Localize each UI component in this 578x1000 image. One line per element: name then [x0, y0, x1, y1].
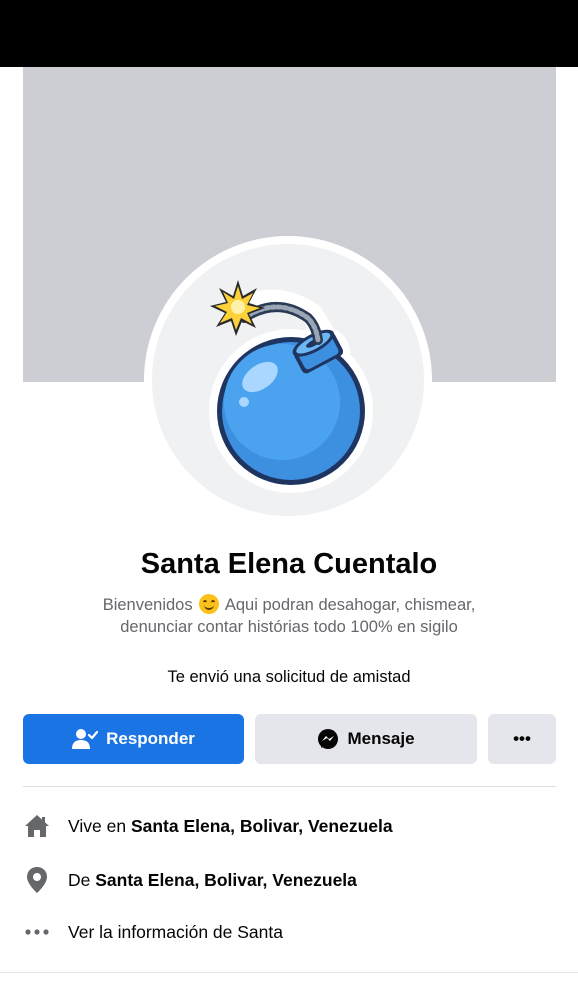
lives-in-row: Vive en Santa Elena, Bolivar, Venezuela: [23, 811, 556, 841]
see-about-info-label: Ver la información de Santa: [68, 921, 283, 942]
lives-in-text: Vive en Santa Elena, Bolivar, Venezuela: [68, 816, 393, 837]
bottom-divider: [0, 972, 578, 973]
messenger-icon: [317, 728, 339, 750]
respond-button-label: Responder: [106, 729, 195, 748]
profile-name: Santa Elena Cuentalo: [140, 548, 438, 580]
profile-picture[interactable]: [152, 244, 424, 516]
bio-text-end: Aqui podran desahogar, chismear,: [224, 596, 476, 614]
lives-in-prefix: Vive en: [68, 815, 127, 836]
section-divider: [23, 786, 556, 787]
bomb-icon: [209, 280, 373, 493]
more-dots-icon: [23, 928, 51, 936]
bio-line-1: Bienvenidos Aqui podran desahogar, chism…: [60, 594, 518, 616]
message-button-label: Mensaje: [347, 729, 415, 748]
home-icon: [23, 814, 51, 838]
status-bar: [0, 0, 578, 67]
lives-in-place[interactable]: Santa Elena, Bolivar, Venezuela: [131, 816, 393, 836]
from-row: De Santa Elena, Bolivar, Venezuela: [23, 865, 556, 895]
more-dots-icon: •••: [513, 729, 531, 748]
respond-button[interactable]: Responder: [23, 714, 244, 764]
from-text: De Santa Elena, Bolivar, Venezuela: [68, 870, 357, 891]
friend-request-notice: Te envió una solicitud de amistad: [167, 668, 411, 686]
bio-text-start: Bienvenidos: [102, 596, 193, 614]
bio-line-2: denunciar contar histórias todo 100% en …: [120, 618, 458, 636]
from-place[interactable]: Santa Elena, Bolivar, Venezuela: [95, 870, 357, 890]
message-button[interactable]: Mensaje: [255, 714, 477, 764]
smiling-face-emoji-icon: [199, 594, 220, 614]
more-options-button[interactable]: •••: [488, 714, 556, 764]
from-prefix: De: [68, 869, 91, 890]
location-pin-icon: [23, 866, 51, 894]
person-check-icon: [72, 728, 99, 750]
see-about-info-row[interactable]: Ver la información de Santa: [23, 917, 556, 947]
profile-bio: Bienvenidos Aqui podran desahogar, chism…: [60, 594, 518, 638]
